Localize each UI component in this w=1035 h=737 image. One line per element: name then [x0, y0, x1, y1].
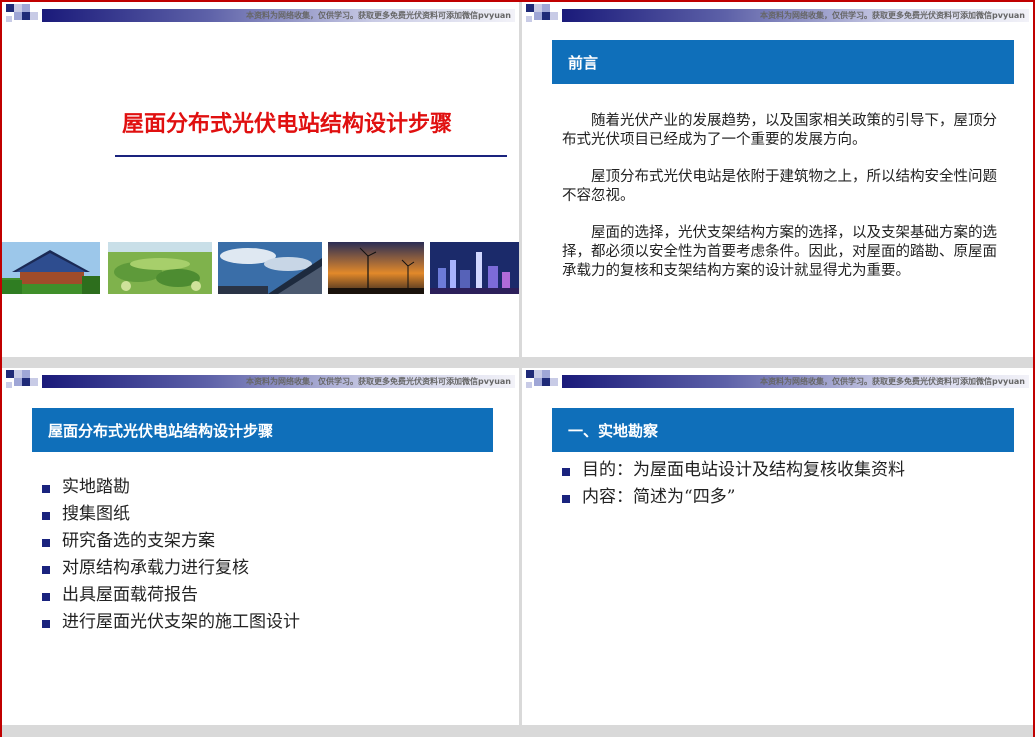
section-header: 屋面分布式光伏电站结构设计步骤	[32, 408, 493, 452]
corner-squares-icon	[6, 370, 42, 390]
solar-panels-sky-image	[218, 242, 322, 294]
section-header: 一、实地勘察	[552, 408, 1014, 452]
section-header: 前言	[552, 40, 1014, 84]
list-item: 进行屋面光伏支架的施工图设计	[42, 609, 300, 636]
square-bullet-icon	[42, 512, 50, 520]
square-bullet-icon	[42, 593, 50, 601]
list-item: 内容：简述为“四多”	[562, 484, 905, 511]
slide-2[interactable]: 本资料为网络收集，仅供学习。获取更多免费光伏资料可添加微信pvyuan 前言 随…	[522, 2, 1033, 357]
square-bullet-icon	[42, 620, 50, 628]
square-bullet-icon	[42, 539, 50, 547]
paragraph-2: 屋顶分布式光伏电站是依附于建筑物之上，所以结构安全性问题不容忽视。	[562, 169, 997, 204]
slide-1[interactable]: 本资料为网络收集，仅供学习。获取更多免费光伏资料可添加微信pvyuan 屋面分布…	[2, 2, 519, 357]
header-notice: 本资料为网络收集，仅供学习。获取更多免费光伏资料可添加微信pvyuan	[246, 377, 511, 386]
header-notice: 本资料为网络收集，仅供学习。获取更多免费光伏资料可添加微信pvyuan	[246, 11, 511, 20]
header-notice: 本资料为网络收集，仅供学习。获取更多免费光伏资料可添加微信pvyuan	[760, 11, 1025, 20]
corner-squares-icon	[6, 4, 42, 24]
square-bullet-icon	[42, 485, 50, 493]
slide-header-decoration: 本资料为网络收集，仅供学习。获取更多免费光伏资料可添加微信pvyuan	[522, 2, 1033, 24]
square-bullet-icon	[562, 495, 570, 503]
corner-squares-icon	[526, 370, 562, 390]
slide-header-decoration: 本资料为网络收集，仅供学习。获取更多免费光伏资料可添加微信pvyuan	[2, 368, 519, 390]
survey-list: 目的：为屋面电站设计及结构复核收集资料 内容：简述为“四多”	[562, 457, 905, 511]
list-item: 对原结构承载力进行复核	[42, 555, 300, 582]
slide-title: 屋面分布式光伏电站结构设计步骤	[122, 112, 453, 137]
list-item: 目的：为屋面电站设计及结构复核收集资料	[562, 457, 905, 484]
header-notice: 本资料为网络收集，仅供学习。获取更多免费光伏资料可添加微信pvyuan	[760, 377, 1025, 386]
list-item: 实地踏勘	[42, 474, 300, 501]
title-underline	[115, 155, 507, 157]
square-bullet-icon	[42, 566, 50, 574]
square-bullet-icon	[562, 468, 570, 476]
wind-turbines-sunset-image	[328, 242, 424, 294]
rooftop-solar-house-image	[2, 242, 100, 294]
paragraph-3: 屋面的选择，光伏支架结构方案的选择，以及支架基础方案的选择，都必须以安全性为首要…	[562, 225, 997, 279]
paragraph-1: 随着光伏产业的发展趋势，以及国家相关政策的引导下，屋顶分布式光伏项目已经成为了一…	[562, 113, 997, 148]
slide-4[interactable]: 本资料为网络收集，仅供学习。获取更多免费光伏资料可添加微信pvyuan 一、实地…	[522, 368, 1033, 725]
slide-header-decoration: 本资料为网络收集，仅供学习。获取更多免费光伏资料可添加微信pvyuan	[2, 2, 519, 24]
slide-3[interactable]: 本资料为网络收集，仅供学习。获取更多免费光伏资料可添加微信pvyuan 屋面分布…	[2, 368, 519, 725]
list-item: 搜集图纸	[42, 501, 300, 528]
city-skyline-night-image	[430, 242, 519, 294]
steps-list: 实地踏勘 搜集图纸 研究备选的支架方案 对原结构承载力进行复核 出具屋面载荷报告…	[42, 474, 300, 636]
list-item: 出具屋面载荷报告	[42, 582, 300, 609]
solar-field-aerial-image	[108, 242, 212, 294]
list-item: 研究备选的支架方案	[42, 528, 300, 555]
slide-header-decoration: 本资料为网络收集，仅供学习。获取更多免费光伏资料可添加微信pvyuan	[522, 368, 1033, 390]
corner-squares-icon	[526, 4, 562, 24]
